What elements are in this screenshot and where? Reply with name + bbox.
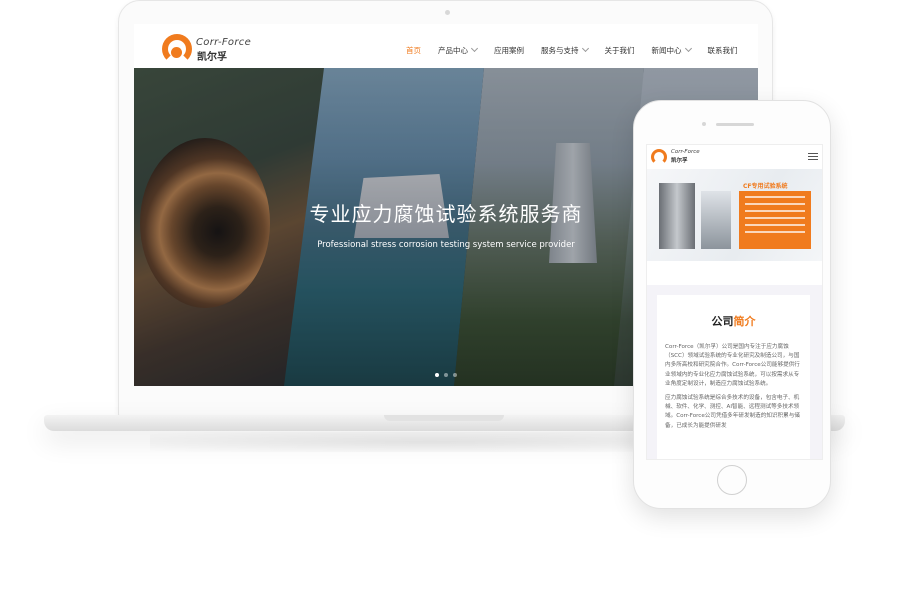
phone-banner-feature-box [739, 191, 811, 249]
nav-label: 服务与支持 [541, 45, 579, 55]
company-intro-text: Corr-Force（凯尔孚）公司是国内专注于应力腐蚀（SCC）领域试验系统的专… [665, 343, 802, 436]
phone-banner-title: CF专用试验系统 [743, 183, 788, 190]
home-button[interactable] [717, 465, 747, 495]
camera-icon [445, 10, 450, 15]
phone-mockup: Corr-Force 凯尔孚 CF专用试验系统 公司简介 Corr-Force（… [633, 100, 831, 509]
intro-paragraph: Corr-Force（凯尔孚）公司是国内专注于应力腐蚀（SCC）领域试验系统的专… [665, 344, 800, 387]
laptop-shadow [150, 432, 710, 452]
hamburger-menu-icon[interactable] [808, 153, 818, 161]
nav-item-contact[interactable]: 联系我们 [708, 43, 738, 57]
laptop-notch [384, 415, 504, 421]
company-intro-title: 公司简介 [657, 313, 810, 329]
nav-label: 新闻中心 [651, 45, 682, 55]
test-cabinet-image [701, 191, 731, 249]
slider-dot[interactable] [444, 373, 448, 377]
logo-chinese: 凯尔孚 [197, 52, 227, 63]
chevron-down-icon [470, 44, 479, 53]
nav-item-about[interactable]: 关于我们 [605, 43, 635, 57]
nav-label: 联系我们 [707, 45, 738, 55]
intro-title-part: 公司 [711, 315, 734, 328]
nav-label: 关于我们 [604, 45, 635, 55]
nav-item-service[interactable]: 服务与支持 [541, 43, 589, 57]
intro-paragraph: 应力腐蚀试验系统是综合多技术的设备，包含电子、机械、软件、化学、测控、AI智能、… [665, 395, 800, 429]
nav-item-cases[interactable]: 应用案例 [494, 43, 524, 57]
site-logo[interactable]: Corr-Force 凯尔孚 [162, 34, 262, 64]
nav-item-news[interactable]: 新闻中心 [651, 43, 692, 57]
logo-english: Corr-Force [196, 37, 252, 48]
phone-speaker [716, 123, 754, 126]
test-machine-image [659, 183, 695, 249]
chevron-down-icon [581, 44, 589, 53]
phone-banner[interactable]: CF专用试验系统 [647, 169, 822, 261]
nav-item-home[interactable]: 首页 [406, 43, 421, 57]
logo-english: Corr-Force [671, 149, 700, 155]
phone-screen: Corr-Force 凯尔孚 CF专用试验系统 公司简介 Corr-Force（… [646, 144, 823, 460]
main-nav: 首页 产品中心 应用案例 服务与支持 关于我们 新闻中心 联系我们 [406, 43, 755, 57]
nav-label: 首页 [406, 45, 421, 55]
logo-ring-icon [651, 149, 667, 165]
slider-dot[interactable] [453, 373, 457, 377]
nav-item-products[interactable]: 产品中心 [438, 43, 479, 57]
intro-title-highlight: 简介 [733, 315, 756, 328]
slider-dot[interactable] [435, 373, 439, 377]
phone-camera-icon [702, 122, 706, 126]
logo-dot-icon [171, 47, 182, 58]
nav-label: 应用案例 [494, 45, 524, 55]
company-intro-section: 公司简介 Corr-Force（凯尔孚）公司是国内专注于应力腐蚀（SCC）领域试… [647, 285, 822, 459]
nav-label: 产品中心 [438, 45, 468, 55]
logo-chinese: 凯尔孚 [671, 158, 688, 164]
phone-logo[interactable]: Corr-Force 凯尔孚 [651, 149, 721, 165]
slider-dots [435, 373, 457, 377]
company-intro-card: 公司简介 Corr-Force（凯尔孚）公司是国内专注于应力腐蚀（SCC）领域试… [657, 295, 810, 459]
chevron-down-icon [684, 44, 692, 53]
